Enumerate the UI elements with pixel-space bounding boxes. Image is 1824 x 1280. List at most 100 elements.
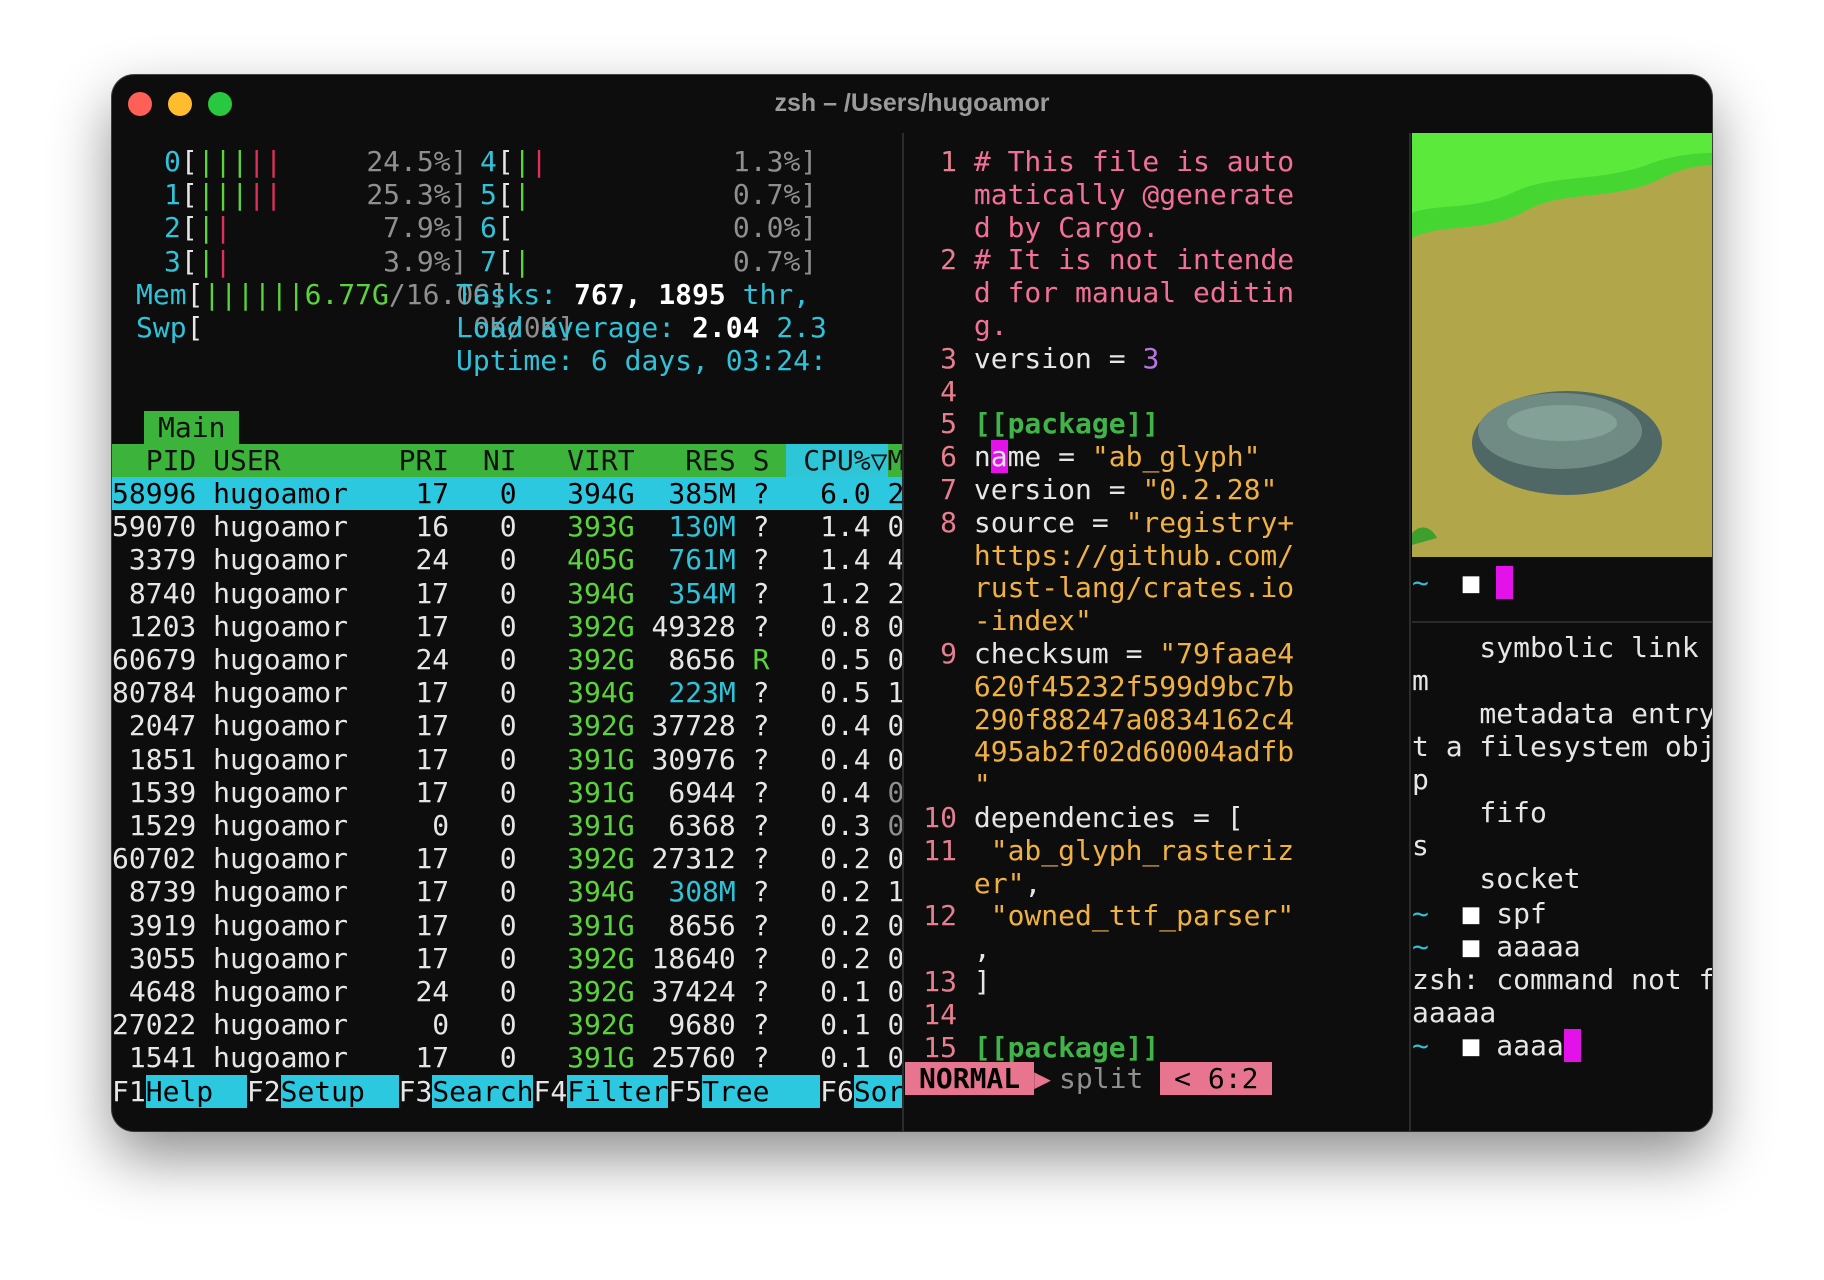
cpu-id: 7 <box>480 244 497 278</box>
process-s: ? <box>752 742 770 776</box>
fkey-button-search[interactable]: Search <box>432 1074 534 1108</box>
fkey-button-tree[interactable]: Tree <box>702 1074 821 1108</box>
process-cpu: 1.2 <box>786 576 871 610</box>
process-row[interactable]: 1539 hugoamor 17 0 391G 6944 ? 0.4 0.0 <box>112 776 902 809</box>
uptime-meter: Uptime: 6 days, 03:24: <box>456 344 827 377</box>
shell-output-line: p <box>1412 763 1429 796</box>
code-token: # This file is auto <box>973 145 1295 178</box>
column-virt[interactable]: VIRT <box>533 444 634 477</box>
process-row[interactable]: 3379 hugoamor 24 0 405G 761M ? 1.4 4.6 <box>112 543 902 576</box>
process-row[interactable]: 8740 hugoamor 17 0 394G 354M ? 1.2 2.2 <box>112 577 902 610</box>
column-pid[interactable]: PID <box>112 444 197 477</box>
fkey-button-help[interactable]: Help <box>145 1074 247 1108</box>
cpu-meter: 1[||||| 25.3%] <box>164 178 467 211</box>
process-user: hugoamor <box>213 975 349 1008</box>
process-row[interactable]: 8739 hugoamor 17 0 394G 308M ? 0.2 1.9 <box>112 875 902 908</box>
htop-pane[interactable]: 0[||||| 24.5%] 1[||||| 25.3%] 2[|| 7.9%] 3[… <box>112 133 902 1131</box>
shell-output: fifo <box>1412 796 1547 829</box>
process-res: 30976 <box>651 742 736 776</box>
process-row[interactable]: 3055 hugoamor 17 0 392G 18640 ? 0.2 0.1 <box>112 942 902 975</box>
process-user: hugoamor <box>213 742 349 776</box>
shell-input[interactable]: aaaa <box>1496 1029 1563 1062</box>
process-row[interactable]: 3919 hugoamor 17 0 391G 8656 ? 0.2 0.1 <box>112 909 902 942</box>
column-res[interactable]: RES <box>651 444 736 477</box>
process-ni: 0 <box>466 1008 517 1042</box>
column-ni[interactable]: NI <box>466 444 517 477</box>
fkey-button-sortby[interactable]: SortBy <box>853 1074 902 1108</box>
process-row[interactable]: 1851 hugoamor 17 0 391G 30976 ? 0.4 0.2 <box>112 743 902 776</box>
fkey-button-setup[interactable]: Setup <box>280 1074 399 1108</box>
column-pri[interactable]: PRI <box>365 444 450 477</box>
process-row[interactable]: 1203 hugoamor 17 0 392G 49328 ? 0.8 0.3 <box>112 610 902 643</box>
editor-pane[interactable]: 1 # This file is auto matically @generat… <box>905 133 1408 1131</box>
editor-line: d for manual editin <box>905 276 1294 309</box>
column-mem[interactable]: MEM% <box>888 444 902 477</box>
process-row[interactable]: 2047 hugoamor 17 0 392G 37728 ? 0.4 0.2 <box>112 709 902 742</box>
process-row[interactable]: 59070 hugoamor 16 0 393G 130M ? 1.4 0.8 <box>112 510 902 543</box>
process-s: ? <box>752 609 770 643</box>
pane-divider[interactable] <box>1409 133 1411 1131</box>
process-ni: 0 <box>466 609 517 643</box>
column-cpu[interactable]: CPU%▽ <box>786 443 888 477</box>
process-row[interactable]: 4648 hugoamor 24 0 392G 37424 ? 0.1 0.2 <box>112 975 902 1008</box>
pane-divider[interactable] <box>902 133 904 1131</box>
code-token: [[package]] <box>973 1030 1160 1064</box>
editor-line: , <box>905 932 991 965</box>
column-s[interactable]: S <box>753 444 770 477</box>
process-row[interactable]: 1541 hugoamor 17 0 391G 25760 ? 0.1 0.2 <box>112 1041 902 1074</box>
process-pid: 4648 <box>112 975 197 1008</box>
process-s: ? <box>752 477 770 510</box>
line-number: 3 <box>940 341 957 375</box>
shell-cursor <box>1496 566 1514 599</box>
process-row[interactable]: 60702 hugoamor 17 0 392G 27312 ? 0.2 0.2 <box>112 842 902 875</box>
tasks-value: 767, <box>574 277 642 311</box>
shell-pane[interactable]: ~ ■ symbolic linkm metadata entry (not a… <box>1412 133 1712 1131</box>
process-row[interactable]: 80784 hugoamor 17 0 394G 223M ? 0.5 1.4 <box>112 676 902 709</box>
process-pid: 1529 <box>112 809 197 842</box>
process-row[interactable]: 58996 hugoamor 17 0 394G 385M ? 6.0 2.4 <box>112 477 902 510</box>
process-mem: 0.1 <box>887 908 902 942</box>
shell-output: metadata entry (no <box>1479 697 1712 730</box>
tab-main[interactable]: Main <box>144 410 240 444</box>
process-row[interactable]: 60679 hugoamor 24 0 392G 8656 R 0.5 0.1 <box>112 643 902 676</box>
process-pri: 17 <box>364 842 450 876</box>
process-pid: 60702 <box>112 842 197 876</box>
editor-statusline: NORMAL ▶ split < 6:2 <box>905 1061 1408 1095</box>
cpu-bar-user: | <box>513 145 531 178</box>
process-ni: 0 <box>466 975 517 1008</box>
process-pid: 3055 <box>112 941 197 975</box>
fkey-button-filter[interactable]: Filter <box>567 1074 669 1108</box>
terminal-window: zsh – /Users/hugoamor 0[||||| 24.5%] 1[||… <box>112 75 1712 1131</box>
process-row[interactable]: 1529 hugoamor 0 0 391G 6368 ? 0.3 0.0 <box>112 809 902 842</box>
code-token: "79faae4 <box>1159 637 1295 670</box>
pane-divider-horizontal[interactable] <box>1412 621 1712 623</box>
column-user[interactable]: USER <box>213 444 365 477</box>
shell-output: t a filesystem object) <box>1412 730 1712 763</box>
cpu-bar-user: | <box>197 244 215 278</box>
editor-line: 15 [[package]] <box>905 1031 1159 1064</box>
process-row[interactable]: 27022 hugoamor 0 0 392G 9680 ? 0.1 0.1 <box>112 1008 902 1041</box>
mem-used: 6.77G <box>304 277 389 311</box>
code-token: -index" <box>973 604 1092 638</box>
process-pid: 80784 <box>112 676 197 710</box>
process-user: hugoamor <box>213 643 349 676</box>
process-cpu: 0.1 <box>786 1008 871 1042</box>
